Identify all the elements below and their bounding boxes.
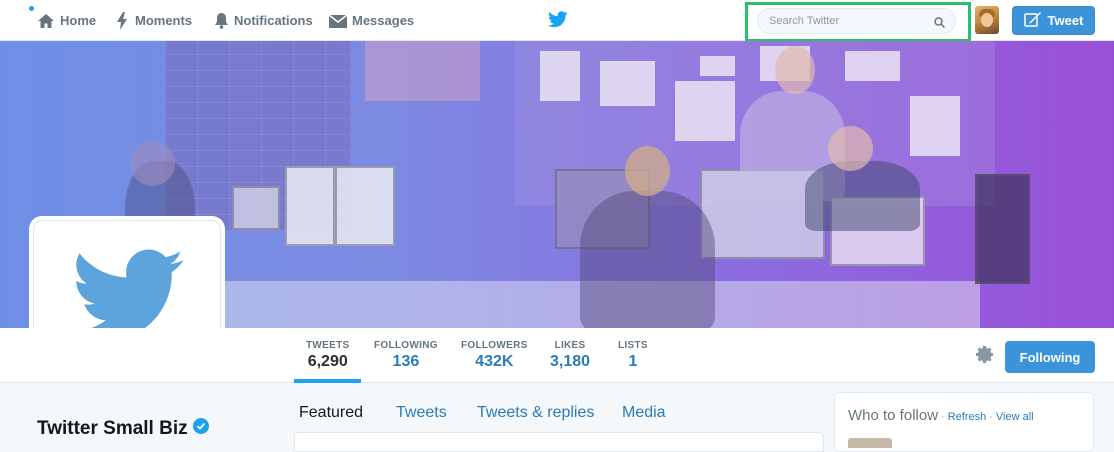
search-highlight-box	[745, 2, 971, 42]
gear-icon[interactable]	[976, 345, 995, 369]
stat-lists-label: LISTS	[618, 340, 648, 351]
who-to-follow-separator: ·	[941, 411, 945, 423]
stat-likes-label: LIKES	[554, 340, 586, 351]
stat-likes[interactable]: LIKES 3,180	[550, 340, 590, 371]
who-to-follow-header: Who to follow · Refresh · View all	[848, 407, 1034, 424]
stat-tweets[interactable]: TWEETS 6,290	[306, 340, 349, 371]
top-navigation: Home Moments Notifications Messages Sear…	[0, 0, 1114, 42]
stat-followers[interactable]: FOLLOWERS 432K	[461, 340, 528, 371]
nav-notifications-label: Notifications	[234, 13, 313, 28]
user-avatar[interactable]	[975, 6, 999, 34]
twitter-bird-icon[interactable]	[548, 11, 568, 33]
stat-likes-value: 3,180	[550, 353, 591, 370]
nav-home-label: Home	[60, 13, 97, 28]
timeline-feed	[294, 432, 824, 452]
active-stat-indicator	[294, 379, 361, 383]
stat-following[interactable]: FOLLOWING 136	[374, 340, 438, 371]
tab-tweets-replies[interactable]: Tweets & replies	[477, 404, 594, 422]
verified-badge-icon	[192, 418, 209, 440]
stat-followers-label: FOLLOWERS	[461, 340, 528, 351]
lightning-icon	[117, 11, 127, 30]
following-button[interactable]: Following	[1005, 341, 1095, 373]
who-to-follow-module: Who to follow · Refresh · View all	[834, 392, 1094, 452]
stat-following-label: FOLLOWING	[374, 340, 438, 351]
banner-desk	[160, 281, 980, 328]
compose-icon	[1023, 11, 1042, 30]
stat-tweets-value: 6,290	[307, 353, 348, 370]
stat-followers-value: 432K	[475, 353, 514, 370]
tweet-button-label: Tweet	[1047, 13, 1084, 28]
nav-messages[interactable]: Messages	[329, 0, 414, 41]
banner-window	[365, 41, 480, 101]
who-to-follow-separator-2: ·	[989, 411, 993, 423]
envelope-icon	[329, 13, 347, 28]
bell-icon	[214, 12, 229, 29]
stat-following-value: 136	[392, 353, 420, 370]
refresh-link[interactable]: Refresh	[948, 411, 987, 423]
who-to-follow-title: Who to follow	[848, 407, 939, 424]
nav-messages-label: Messages	[352, 13, 415, 28]
unread-dot	[29, 6, 34, 11]
tab-tweets[interactable]: Tweets	[396, 404, 447, 422]
stat-tweets-label: TWEETS	[306, 340, 350, 351]
nav-home[interactable]: Home	[37, 0, 96, 41]
profile-stats-bar: TWEETS 6,290 FOLLOWING 136 FOLLOWERS 432…	[0, 328, 1114, 383]
suggested-user-avatar[interactable]	[848, 438, 892, 448]
stat-lists[interactable]: LISTS 1	[618, 340, 648, 371]
tab-featured[interactable]: Featured	[299, 404, 363, 422]
nav-notifications[interactable]: Notifications	[214, 0, 313, 41]
nav-moments[interactable]: Moments	[117, 0, 192, 41]
nav-moments-label: Moments	[135, 13, 193, 28]
tweet-button[interactable]: Tweet	[1012, 6, 1095, 35]
profile-name: Twitter Small Biz	[37, 418, 209, 440]
stat-lists-value: 1	[628, 353, 638, 370]
tab-media[interactable]: Media	[622, 404, 666, 422]
view-all-link[interactable]: View all	[996, 411, 1034, 423]
profile-name-text: Twitter Small Biz	[37, 418, 188, 439]
home-icon	[37, 13, 55, 29]
